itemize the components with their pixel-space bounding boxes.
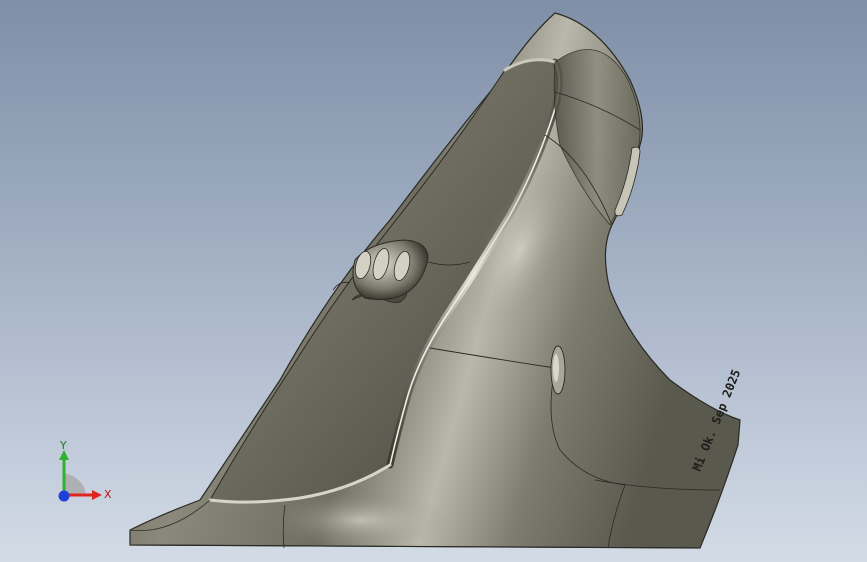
dpi-button[interactable] bbox=[550, 345, 566, 395]
mouse-model[interactable]: Mi Ok. Sep 2025 bbox=[0, 0, 867, 562]
graphics-viewport[interactable]: Mi Ok. Sep 2025 Y X bbox=[0, 0, 867, 562]
y-axis-label: Y bbox=[59, 440, 67, 452]
x-axis-label: X bbox=[104, 488, 112, 501]
z-axis-marker bbox=[58, 490, 70, 502]
axis-triad: Y X bbox=[58, 440, 112, 502]
